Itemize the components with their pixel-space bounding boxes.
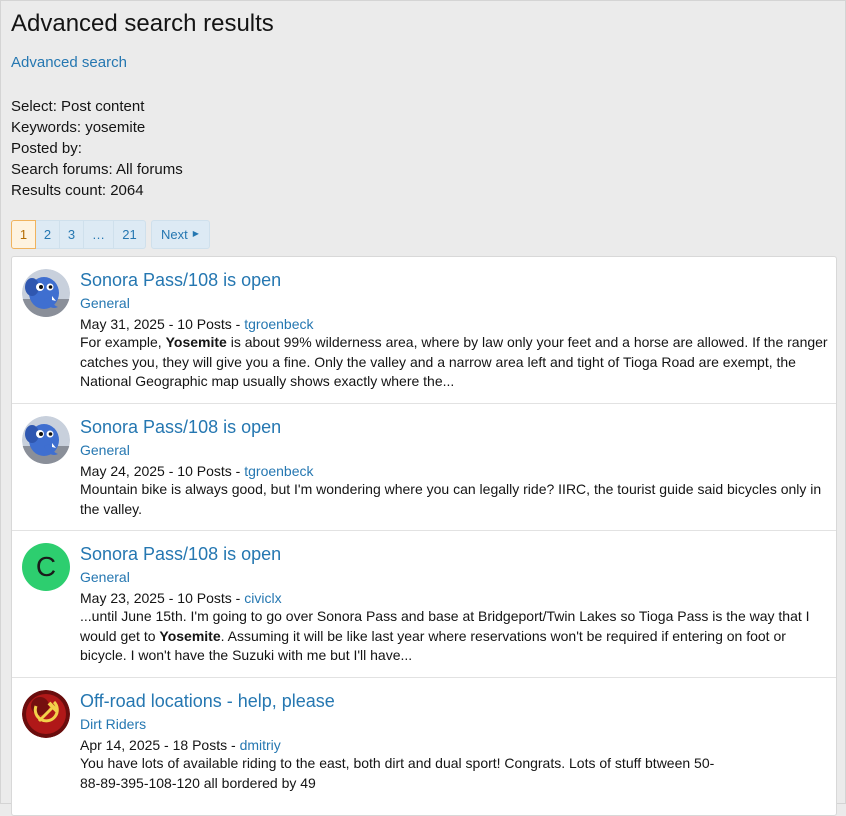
- result-snippet: You have lots of available riding to the…: [80, 754, 720, 793]
- result-date: Apr 14, 2025: [80, 737, 161, 753]
- result-username-link[interactable]: tgroenbeck: [244, 463, 313, 479]
- result-item: Sonora Pass/108 is open General May 24, …: [12, 404, 836, 531]
- result-snippet: Mountain bike is always good, but I'm wo…: [80, 480, 828, 519]
- snippet-keyword: Yosemite: [165, 334, 227, 350]
- criteria-results-count: Results count: 2064: [11, 182, 144, 199]
- next-label: Next: [161, 227, 188, 242]
- meta-separator: -: [164, 590, 178, 606]
- result-post-count: 10 Posts: [177, 463, 232, 479]
- elephant-avatar[interactable]: [22, 269, 70, 317]
- result-username-link[interactable]: tgroenbeck: [244, 316, 313, 332]
- criteria-search-forums: Search forums: All forums: [11, 161, 183, 178]
- meta-separator: -: [231, 316, 245, 332]
- avatar-letter: C: [35, 551, 57, 582]
- result-forum-link[interactable]: General: [80, 442, 130, 458]
- result-post-count: 10 Posts: [177, 316, 232, 332]
- chevron-right-icon: ▶: [192, 229, 199, 238]
- result-title-link[interactable]: Sonora Pass/108 is open: [80, 544, 281, 565]
- result-meta: May 24, 2025 - 10 Posts - tgroenbeck: [80, 463, 314, 479]
- page-link-1[interactable]: 1: [11, 220, 36, 249]
- snippet-keyword: Yosemite: [159, 627, 221, 644]
- result-date: May 31, 2025: [80, 316, 165, 332]
- advanced-search-link[interactable]: Advanced search: [11, 54, 127, 71]
- hammer-sickle-avatar[interactable]: [22, 690, 70, 738]
- meta-separator: -: [231, 590, 245, 606]
- meta-separator: -: [164, 463, 178, 479]
- result-date: May 23, 2025: [80, 590, 165, 606]
- snippet-text: For example,: [80, 334, 166, 350]
- result-meta: May 23, 2025 - 10 Posts - civiclx: [80, 590, 282, 606]
- pagination: 1 2 3 … 21 Next ▶: [11, 220, 210, 249]
- criteria-select: Select: Post content: [11, 98, 145, 115]
- result-post-count: 10 Posts: [177, 590, 232, 606]
- page-title: Advanced search results: [11, 10, 274, 37]
- result-item: Off-road locations - help, please Dirt R…: [12, 678, 836, 815]
- result-username-link[interactable]: dmitriy: [240, 737, 281, 753]
- snippet-text: You have lots of available riding to the…: [80, 755, 715, 791]
- next-page-button[interactable]: Next ▶: [151, 220, 210, 249]
- result-meta: May 31, 2025 - 10 Posts - tgroenbeck: [80, 316, 314, 332]
- result-username-link[interactable]: civiclx: [244, 590, 281, 606]
- page-link-21[interactable]: 21: [114, 220, 146, 249]
- meta-separator: -: [231, 463, 245, 479]
- result-snippet: ...until June 15th. I'm going to go over…: [80, 607, 828, 666]
- page-link-3[interactable]: 3: [60, 220, 84, 249]
- result-forum-link[interactable]: General: [80, 295, 130, 311]
- snippet-text: Mountain bike is always good, but I'm wo…: [80, 481, 822, 517]
- letter-avatar[interactable]: C: [22, 543, 70, 591]
- page-link-2[interactable]: 2: [36, 220, 60, 249]
- search-results-list: Sonora Pass/108 is open General May 31, …: [11, 256, 837, 816]
- result-post-count: 18 Posts: [172, 737, 228, 753]
- result-forum-link[interactable]: Dirt Riders: [80, 716, 146, 732]
- meta-separator: -: [227, 737, 240, 753]
- result-title-link[interactable]: Off-road locations - help, please: [80, 691, 335, 712]
- page-ellipsis[interactable]: …: [84, 220, 114, 249]
- result-title-link[interactable]: Sonora Pass/108 is open: [80, 417, 281, 438]
- result-item: Sonora Pass/108 is open General May 31, …: [12, 257, 836, 404]
- result-date: May 24, 2025: [80, 463, 165, 479]
- meta-separator: -: [160, 737, 173, 753]
- elephant-avatar[interactable]: [22, 416, 70, 464]
- criteria-posted-by: Posted by:: [11, 140, 82, 157]
- criteria-keywords: Keywords: yosemite: [11, 119, 146, 136]
- result-title-link[interactable]: Sonora Pass/108 is open: [80, 270, 281, 291]
- result-item: C Sonora Pass/108 is open General May 23…: [12, 531, 836, 678]
- search-criteria: Select: Post content Keywords: yosemite …: [11, 96, 183, 201]
- result-meta: Apr 14, 2025 - 18 Posts - dmitriy: [80, 737, 281, 753]
- meta-separator: -: [164, 316, 178, 332]
- result-forum-link[interactable]: General: [80, 569, 130, 585]
- result-snippet: For example, Yosemite is about 99% wilde…: [80, 333, 828, 392]
